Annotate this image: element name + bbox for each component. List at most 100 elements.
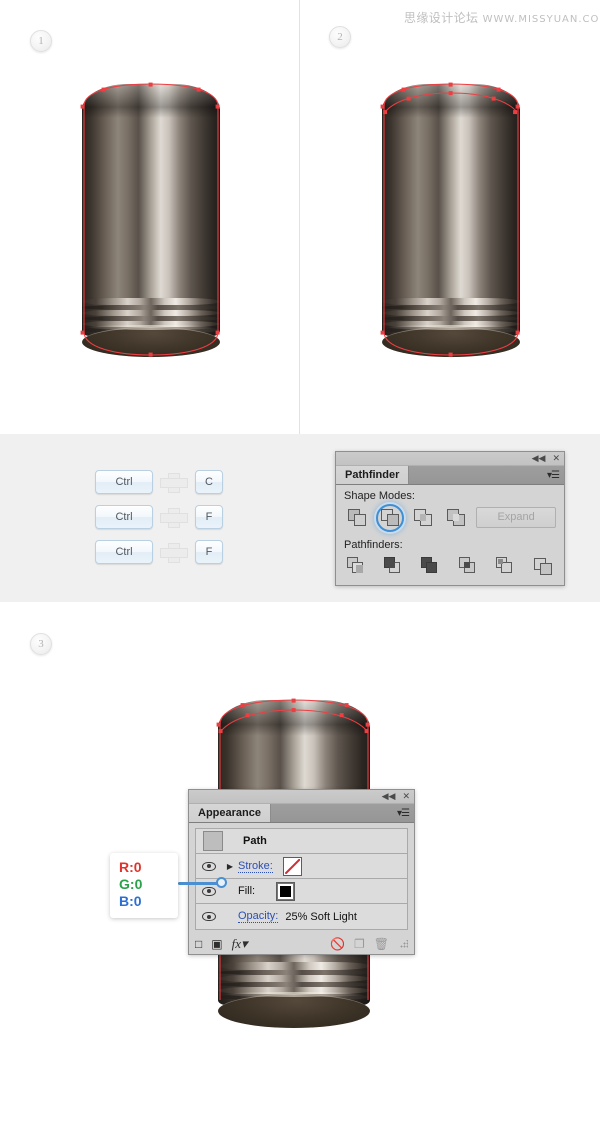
key-c[interactable]: C	[195, 470, 223, 494]
duplicate-item-icon[interactable]: ❐	[354, 938, 365, 950]
fill-label: Fill:	[238, 885, 256, 897]
cylinder-top-shading	[218, 700, 370, 736]
collapse-icon[interactable]: ◀◀	[532, 454, 546, 463]
rgb-blue-value: 0	[133, 893, 142, 909]
cylinder-base-highlight	[387, 325, 515, 330]
opacity-value: 25% Soft Light	[285, 910, 357, 923]
object-thumbnail	[203, 831, 223, 851]
cylinder-base-highlight	[87, 325, 215, 330]
rgb-green-label: G:	[119, 876, 135, 892]
cylinder-body	[382, 84, 520, 336]
rgb-color-callout: R:0 G:0 B:0	[110, 853, 178, 918]
collapse-icon[interactable]: ◀◀	[382, 792, 396, 801]
canvas-divider	[299, 0, 300, 434]
key-ctrl[interactable]: Ctrl	[95, 505, 153, 529]
close-icon[interactable]: ✕	[402, 792, 410, 801]
key-ctrl[interactable]: Ctrl	[95, 540, 153, 564]
shortcut-row: Ctrl C	[95, 470, 223, 494]
rgb-green-value: 0	[134, 876, 143, 892]
eye-icon	[202, 861, 216, 871]
visibility-toggle[interactable]	[196, 912, 222, 921]
cylinder-base-ellipse	[382, 327, 520, 357]
stroke-swatch[interactable]	[282, 856, 302, 876]
appearance-footer: □ ▣ fx▾ 🚫 ❐ 🗑	[189, 934, 414, 954]
cylinder-base-ellipse	[218, 994, 370, 1028]
add-new-effect-fx-icon[interactable]: fx▾	[232, 937, 248, 950]
appearance-object-row[interactable]: Path	[196, 829, 407, 854]
appearance-attribute-list: Path ▶ Stroke: Fill: Opacity: 25% Soft L…	[195, 828, 408, 930]
close-icon[interactable]: ✕	[552, 454, 560, 463]
outline-icon[interactable]	[493, 555, 519, 577]
appearance-row-fill[interactable]: Fill:	[196, 879, 407, 904]
step-badge-1: 1	[30, 30, 52, 52]
keyboard-shortcut-list: Ctrl C Ctrl F Ctrl F	[95, 470, 223, 575]
step-badge-2: 2	[329, 26, 351, 48]
shortcut-row: Ctrl F	[95, 505, 223, 529]
step-badge-3: 3	[30, 633, 52, 655]
none-swatch-icon	[284, 858, 300, 874]
watermark-cn: 思缘设计论坛	[404, 11, 479, 25]
cylinder-base-ellipse	[82, 327, 220, 357]
tab-appearance[interactable]: Appearance	[189, 804, 271, 822]
plus-icon	[159, 507, 189, 528]
minus-back-icon[interactable]	[530, 555, 556, 577]
pathfinder-tabbar: Pathfinder ▾☰	[336, 466, 564, 485]
shortcut-row: Ctrl F	[95, 540, 223, 564]
cylinder-top-shading	[82, 84, 220, 118]
unite-icon[interactable]	[344, 506, 368, 528]
tab-pathfinder[interactable]: Pathfinder	[336, 466, 410, 484]
merge-icon[interactable]	[418, 555, 444, 577]
opacity-label[interactable]: Opacity:	[238, 910, 279, 923]
divide-icon[interactable]	[344, 555, 370, 577]
crop-icon[interactable]	[456, 555, 482, 577]
rgb-red-label: R:	[119, 859, 134, 875]
add-new-stroke-icon[interactable]: □	[195, 938, 202, 950]
cylinder-base-highlight	[224, 992, 364, 997]
trim-icon[interactable]	[381, 555, 407, 577]
cylinder-artwork-step1	[80, 82, 220, 357]
object-label: Path	[243, 835, 267, 847]
cylinder-artwork-step2	[380, 82, 520, 357]
rgb-blue-label: B:	[119, 893, 134, 909]
black-swatch-icon	[277, 882, 295, 900]
panel-menu-icon[interactable]: ▾☰	[397, 808, 410, 819]
exclude-icon[interactable]	[443, 506, 467, 528]
pathfinder-body: Shape Modes: Expand Pathfinders:	[336, 485, 564, 585]
callout-endpoint-dot	[216, 877, 227, 888]
appearance-row-stroke[interactable]: ▶ Stroke:	[196, 854, 407, 879]
appearance-tabfill: ▾☰	[271, 804, 414, 822]
panel-menu-icon[interactable]: ▾☰	[547, 470, 560, 481]
delete-item-trash-icon[interactable]: 🗑	[374, 938, 389, 950]
rgb-blue-row: B:0	[119, 893, 178, 910]
pathfinders-label: Pathfinders:	[344, 539, 403, 551]
stroke-label[interactable]: Stroke:	[238, 860, 273, 873]
eye-icon	[202, 912, 216, 921]
visibility-toggle[interactable]	[196, 886, 222, 896]
rgb-red-row: R:0	[119, 859, 178, 876]
shape-modes-label: Shape Modes:	[344, 490, 415, 502]
rgb-green-row: G:0	[119, 876, 178, 893]
clear-appearance-icon[interactable]: 🚫	[330, 938, 345, 950]
pathfinder-tabfill: ▾☰	[409, 466, 564, 484]
pathfinders-row	[336, 553, 564, 585]
key-ctrl[interactable]: Ctrl	[95, 470, 153, 494]
expand-button[interactable]: Expand	[476, 506, 556, 528]
appearance-panel: ◀◀ ✕ Appearance ▾☰ Path ▶ Stroke: Fill:	[188, 789, 415, 955]
resize-grip-icon[interactable]	[400, 940, 408, 948]
key-f[interactable]: F	[195, 540, 223, 564]
eye-icon	[202, 886, 216, 896]
rgb-red-value: 0	[133, 859, 142, 875]
shape-modes-row: Expand	[336, 504, 564, 534]
key-f[interactable]: F	[195, 505, 223, 529]
appearance-row-opacity[interactable]: Opacity: 25% Soft Light	[196, 904, 407, 929]
appearance-titlebar: ◀◀ ✕	[189, 790, 414, 804]
visibility-toggle[interactable]	[196, 861, 222, 871]
disclosure-triangle-icon[interactable]: ▶	[222, 862, 238, 871]
plus-icon	[159, 542, 189, 563]
watermark-url: WWW.MISSYUAN.COM	[482, 14, 600, 25]
intersect-icon[interactable]	[410, 506, 434, 528]
fill-swatch[interactable]	[276, 881, 296, 901]
watermark: 思缘设计论坛 WWW.MISSYUAN.COM	[404, 9, 600, 26]
add-new-fill-icon[interactable]: ▣	[211, 938, 222, 950]
minus-front-icon[interactable]	[376, 504, 405, 532]
